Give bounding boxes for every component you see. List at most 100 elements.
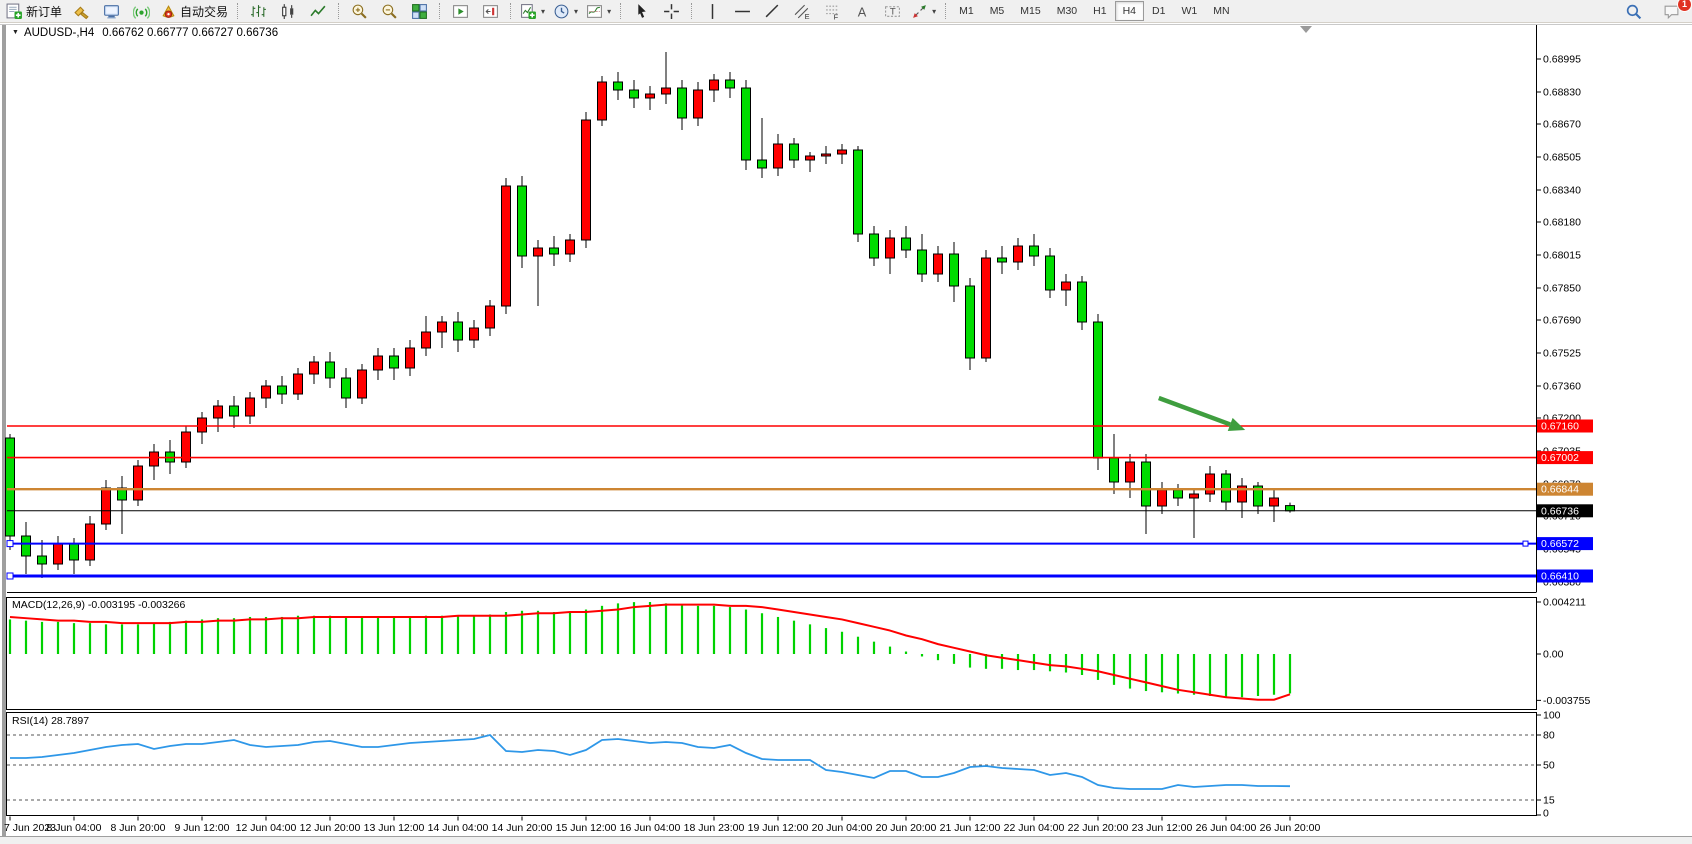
line-handle[interactable] [7, 541, 13, 547]
vertical-line-button[interactable] [697, 0, 727, 22]
time-axis-label: 14 Jun 04:00 [428, 822, 489, 834]
candle-body [598, 82, 607, 120]
toolbar-button-label: 新订单 [26, 3, 62, 20]
chart-background [0, 23, 1692, 844]
time-axis-label: 16 Jun 04:00 [620, 822, 681, 834]
cursor-button[interactable] [626, 0, 656, 22]
window-left-edge [2, 24, 6, 836]
crosshair-button[interactable] [656, 0, 686, 22]
candle-body [758, 160, 767, 168]
text-icon: A [854, 3, 871, 20]
zoom-out-icon [381, 3, 398, 20]
timeframe-button-d1[interactable]: D1 [1144, 1, 1173, 21]
candle-body [294, 374, 303, 394]
gavel-button[interactable] [66, 0, 96, 22]
window-bottom-strip [0, 837, 1692, 844]
timeframe-button-m1[interactable]: M1 [951, 1, 982, 21]
time-axis-label: 22 Jun 20:00 [1068, 822, 1129, 834]
periods-button[interactable]: ▾ [549, 0, 582, 22]
candle-body [486, 306, 495, 328]
candle-body [534, 248, 543, 256]
bar-chart-button[interactable] [243, 0, 273, 22]
timeframe-button-w1[interactable]: W1 [1173, 1, 1205, 21]
candle-body [230, 406, 239, 416]
auto-scroll-button[interactable] [445, 0, 475, 22]
timeframe-button-m5[interactable]: M5 [982, 1, 1013, 21]
trend-line-icon [764, 3, 781, 20]
bar-chart-icon [250, 3, 267, 20]
price-label-text: 0.67002 [1541, 452, 1579, 464]
timeframe-button-h4[interactable]: H4 [1115, 1, 1144, 21]
candle-body [630, 90, 639, 98]
candle-body [310, 362, 319, 374]
fibonacci-button[interactable]: F [817, 0, 847, 22]
candle-body [134, 466, 143, 500]
candle-body [870, 234, 879, 258]
toolbar-separator [510, 3, 511, 19]
candle-body [518, 186, 527, 256]
fibonacci-icon: F [824, 3, 841, 20]
candle-body [438, 322, 447, 332]
trend-line-button[interactable] [757, 0, 787, 22]
candle-body [806, 156, 815, 160]
terminal-button[interactable] [96, 0, 126, 22]
time-axis-label: 21 Jun 12:00 [940, 822, 1001, 834]
horizontal-line-button[interactable] [727, 0, 757, 22]
price-label-text: 0.66410 [1541, 571, 1579, 583]
time-axis-label: 18 Jun 23:00 [684, 822, 745, 834]
broadcast-button[interactable] [126, 0, 156, 22]
candle-body [470, 328, 479, 340]
time-axis-label: 26 Jun 04:00 [1196, 822, 1257, 834]
new-order-button[interactable]: 新订单 [2, 0, 66, 22]
auto-scroll-icon [452, 3, 469, 20]
candle-body [1126, 462, 1135, 482]
zoom-in-button[interactable] [344, 0, 374, 22]
timeframe-button-mn[interactable]: MN [1205, 1, 1237, 21]
candle-body [1078, 282, 1087, 322]
candle-body [822, 154, 831, 156]
candle-body [678, 88, 687, 118]
timeframe-button-m30[interactable]: M30 [1049, 1, 1085, 21]
line-handle[interactable] [1523, 541, 1528, 546]
chart-shift-button[interactable] [475, 0, 505, 22]
tile-windows-icon [411, 3, 428, 20]
add-indicator-button[interactable]: ▾ [516, 0, 549, 22]
timeframe-button-m15[interactable]: M15 [1012, 1, 1048, 21]
arrows-button[interactable]: ▾ [907, 0, 940, 22]
timeframe-button-h1[interactable]: H1 [1085, 1, 1114, 21]
tile-windows-button[interactable] [404, 0, 434, 22]
candle-body [710, 80, 719, 90]
candle-body [1046, 256, 1055, 290]
time-axis-label: 8 Jun 20:00 [111, 822, 166, 834]
candlestick-chart-button[interactable] [273, 0, 303, 22]
text-label-button[interactable]: T [877, 0, 907, 22]
chart-canvas[interactable]: 0.689950.688300.686700.685050.683400.681… [0, 0, 1692, 844]
price-axis-tick-label: 0.67690 [1543, 315, 1581, 327]
svg-text:T: T [889, 6, 895, 17]
templates-button[interactable]: ▾ [582, 0, 615, 22]
candle-body [54, 544, 63, 564]
notification-badge: 1 [1677, 0, 1692, 12]
line-handle[interactable] [7, 573, 13, 579]
line-chart-icon [310, 3, 327, 20]
text-button[interactable]: A [847, 0, 877, 22]
search-button[interactable] [1618, 0, 1648, 22]
rsi-axis-tick-label: 15 [1543, 795, 1555, 807]
zoom-out-button[interactable] [374, 0, 404, 22]
macd-axis-tick-label: 0.00 [1543, 649, 1564, 661]
line-chart-button[interactable] [303, 0, 333, 22]
equidistant-channel-button[interactable]: E [787, 0, 817, 22]
broadcast-icon [133, 3, 150, 20]
chat-button[interactable]: 1 [1656, 0, 1686, 22]
candle-body [342, 378, 351, 398]
main-toolbar: 新订单自动交易▾▾▾EFAT▾M1M5M15M30H1H4D1W1MN1 [0, 0, 1692, 23]
price-axis-tick-label: 0.67360 [1543, 381, 1581, 393]
chart-shift-icon [482, 3, 499, 20]
cursor-icon [633, 3, 650, 20]
gavel-icon [73, 3, 90, 20]
toolbar-separator [237, 3, 238, 19]
time-axis-label: 13 Jun 12:00 [364, 822, 425, 834]
candle-body [1014, 246, 1023, 262]
auto-trading-button[interactable]: 自动交易 [156, 0, 232, 22]
time-axis-label: 9 Jun 12:00 [175, 822, 230, 834]
